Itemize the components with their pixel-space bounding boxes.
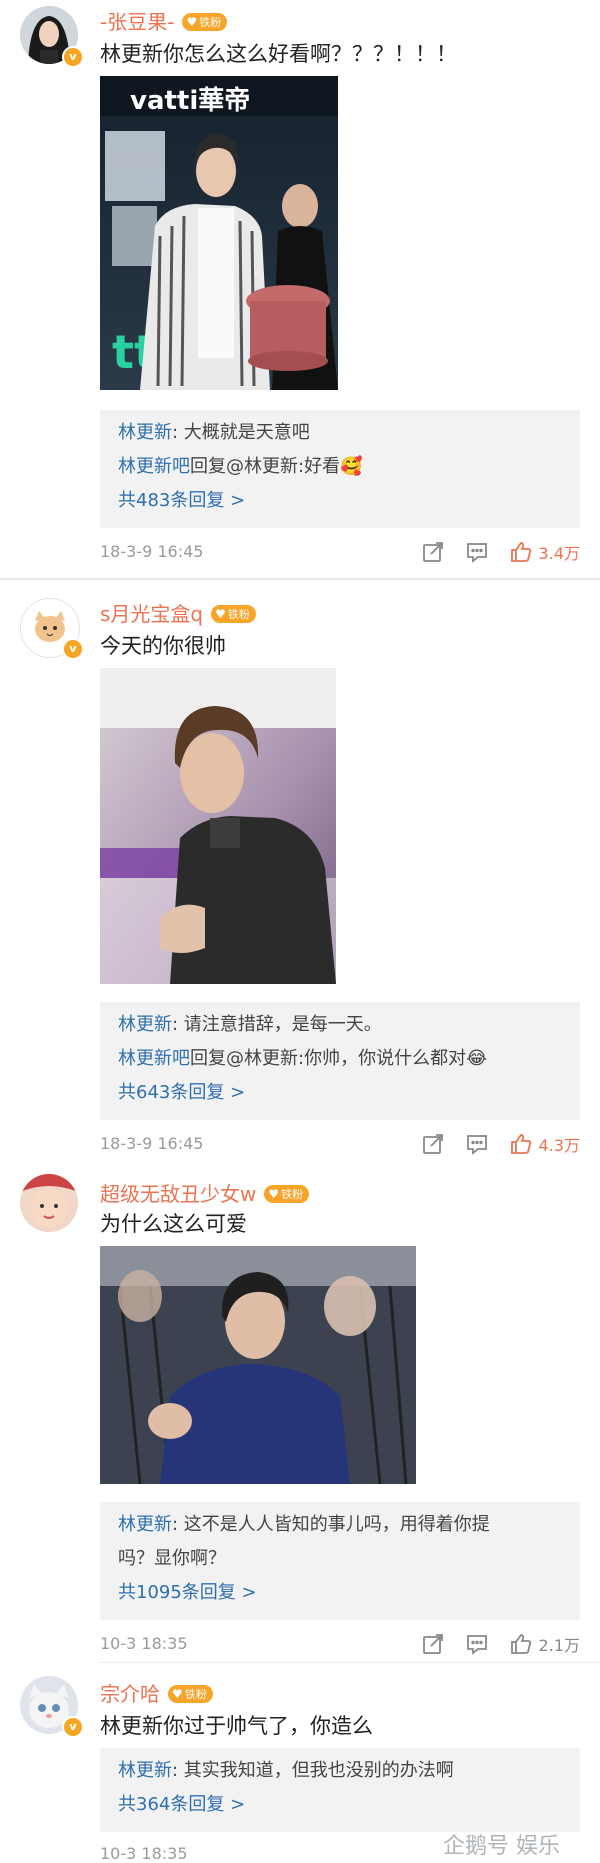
reply-author[interactable]: 林更新 xyxy=(118,1514,172,1535)
fan-badge-label: 铁粉 xyxy=(281,1188,304,1201)
reply-text: : 请注意措辞，是每一天。 xyxy=(172,1014,382,1035)
share-icon[interactable] xyxy=(421,540,445,564)
reply-text: : 这不是人人皆知的事儿吗，用得着你提 xyxy=(172,1514,490,1535)
comment-icon[interactable] xyxy=(465,540,489,564)
share-icon[interactable] xyxy=(421,1132,445,1156)
reply-line[interactable]: 林更新: 请注意措辞，是每一天。 xyxy=(118,1010,382,1036)
heart-icon: ♥ xyxy=(268,1187,280,1201)
heart-icon: ♥ xyxy=(215,607,226,621)
verified-badge-icon: v xyxy=(62,1716,84,1738)
comment-card: v s月光宝盒q ♥ 铁粉 今天的你很帅 林更新: 请注意措辞，是每一天。 林更新吧… xyxy=(0,590,600,1160)
reply-text: 吗？显你啊？ xyxy=(118,1548,226,1569)
fan-badge: ♥ 铁粉 xyxy=(211,605,256,623)
comment-icon[interactable] xyxy=(465,1632,489,1656)
thumbs-up-icon xyxy=(510,1634,531,1654)
timestamp: 18-3-9 16:45 xyxy=(100,1134,204,1153)
watermark: 企鹅号 娱乐 xyxy=(443,1834,560,1859)
verified-badge-icon: v xyxy=(62,638,84,660)
heart-icon: ♥ xyxy=(172,1687,183,1701)
more-replies-link[interactable]: 共364条回复 > xyxy=(118,1790,245,1816)
comment-photo[interactable]: tti vatti華帝 xyxy=(100,76,338,390)
reply-line[interactable]: 林更新: 大概就是天意吧 xyxy=(118,418,310,444)
reply-author[interactable]: 林更新吧 xyxy=(118,1048,190,1069)
comment-actions: 4.3万 xyxy=(401,1132,580,1156)
comment-card: v 宗介哈 ♥ 铁粉 林更新你过于帅气了，你造么 林更新: 其实我知道，但我也没别的… xyxy=(0,1670,600,1863)
heart-icon: ♥ xyxy=(186,15,198,29)
more-replies-link[interactable]: 共483条回复 > xyxy=(118,486,245,512)
thumbs-up-icon xyxy=(510,1134,531,1154)
reply-author[interactable]: 林更新 xyxy=(118,422,172,443)
username[interactable]: s月光宝盒q ♥ 铁粉 xyxy=(100,598,256,627)
reply-author[interactable]: 林更新 xyxy=(118,1760,172,1781)
like-button[interactable]: 4.3万 xyxy=(509,1132,580,1156)
fan-badge: ♥ 铁粉 xyxy=(264,1185,310,1203)
thumbs-up-icon xyxy=(510,542,531,562)
reply-box[interactable]: 林更新: 这不是人人皆知的事儿吗，用得着你提 吗？显你啊？ 共1095条回复 > xyxy=(100,1502,580,1620)
share-icon[interactable] xyxy=(421,1632,445,1656)
fan-badge: ♥ 铁粉 xyxy=(182,13,228,31)
comment-icon[interactable] xyxy=(465,1132,489,1156)
comment-photo[interactable] xyxy=(100,668,336,984)
timestamp: 10-3 18:35 xyxy=(100,1634,188,1653)
fan-badge: ♥ 铁粉 xyxy=(168,1685,213,1703)
reply-text: 回复@林更新:你帅，你说什么都对😂 xyxy=(190,1048,488,1069)
reply-line[interactable]: 林更新: 其实我知道，但我也没别的办法啊 xyxy=(118,1756,454,1782)
like-button[interactable]: 3.4万 xyxy=(509,540,580,564)
reply-text: 回复@林更新:好看🥰 xyxy=(190,456,363,477)
timestamp: 18-3-9 16:45 xyxy=(100,542,204,561)
reply-box[interactable]: 林更新: 请注意措辞，是每一天。 林更新吧回复@林更新:你帅，你说什么都对😂 共… xyxy=(100,1002,580,1120)
comment-card: 超级无敌丑少女w ♥ 铁粉 为什么这么可爱 林更新: 这不是人人皆知的事儿吗，用得着… xyxy=(0,1168,600,1663)
fan-badge-label: 铁粉 xyxy=(184,1688,207,1701)
reply-box[interactable]: 林更新: 大概就是天意吧 林更新吧回复@林更新:好看🥰 共483条回复 > xyxy=(100,410,580,528)
divider xyxy=(100,1662,600,1663)
timestamp: 10-3 18:35 xyxy=(100,1844,188,1863)
comment-text: 为什么这么可爱 xyxy=(100,1212,247,1236)
reply-text: : 其实我知道，但我也没别的办法啊 xyxy=(172,1760,454,1781)
comment-actions: 3.4万 xyxy=(401,540,580,564)
reply-line[interactable]: 林更新: 这不是人人皆知的事儿吗，用得着你提 xyxy=(118,1510,490,1536)
more-replies-link[interactable]: 共1095条回复 > xyxy=(118,1578,257,1604)
username[interactable]: -张豆果- ♥ 铁粉 xyxy=(100,6,228,35)
fan-badge-label: 铁粉 xyxy=(227,608,250,621)
username-text[interactable]: -张豆果- xyxy=(100,10,174,34)
comment-text: 林更新你怎么这么好看啊？？？！！！ xyxy=(100,42,457,66)
like-count: 4.3万 xyxy=(538,1136,580,1155)
comment-text: 林更新你过于帅气了，你造么 xyxy=(100,1714,373,1738)
username-text[interactable]: 超级无敌丑少女w xyxy=(100,1182,256,1206)
comment-card: v -张豆果- ♥ 铁粉 林更新你怎么这么好看啊？？？！！！ tti vatti… xyxy=(0,0,600,580)
reply-box[interactable]: 林更新: 其实我知道，但我也没别的办法啊 共364条回复 > xyxy=(100,1748,580,1832)
username[interactable]: 宗介哈 ♥ 铁粉 xyxy=(100,1678,213,1707)
username-text[interactable]: 宗介哈 xyxy=(100,1682,160,1706)
reply-line[interactable]: 吗？显你啊？ xyxy=(118,1544,226,1570)
like-count: 2.1万 xyxy=(538,1636,580,1655)
avatar[interactable] xyxy=(20,1174,78,1232)
like-count: 3.4万 xyxy=(538,544,580,563)
fan-badge-label: 铁粉 xyxy=(199,16,222,29)
reply-text: : 大概就是天意吧 xyxy=(172,422,310,443)
reply-author[interactable]: 林更新吧 xyxy=(118,456,190,477)
reply-author[interactable]: 林更新 xyxy=(118,1014,172,1035)
comment-text: 今天的你很帅 xyxy=(100,634,226,658)
reply-line[interactable]: 林更新吧回复@林更新:你帅，你说什么都对😂 xyxy=(118,1044,487,1070)
verified-badge-icon: v xyxy=(62,46,84,68)
reply-line[interactable]: 林更新吧回复@林更新:好看🥰 xyxy=(118,452,362,478)
username-text[interactable]: s月光宝盒q xyxy=(100,602,203,626)
username[interactable]: 超级无敌丑少女w ♥ 铁粉 xyxy=(100,1178,310,1207)
like-button[interactable]: 2.1万 xyxy=(509,1632,580,1656)
more-replies-link[interactable]: 共643条回复 > xyxy=(118,1078,245,1104)
divider xyxy=(0,578,600,580)
photo-sign: vatti華帝 xyxy=(130,86,251,116)
comment-photo[interactable] xyxy=(100,1246,416,1484)
comment-actions: 2.1万 xyxy=(401,1632,580,1656)
